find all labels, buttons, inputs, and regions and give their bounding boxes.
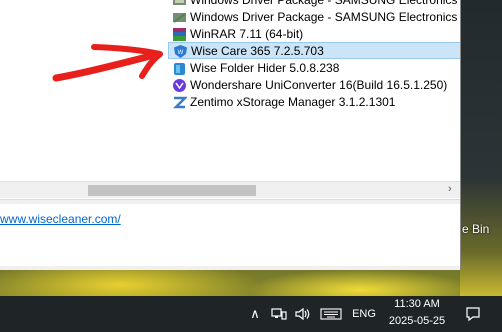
show-hidden-icons-icon[interactable]: ∧ xyxy=(246,296,264,332)
uniconverter-icon xyxy=(173,79,186,92)
publisher-link[interactable]: www.wisecleaner.com/ xyxy=(0,212,121,226)
svg-text:W: W xyxy=(178,50,184,56)
recycle-bin-label[interactable]: e Bin xyxy=(462,222,489,236)
list-item[interactable]: Wise Folder Hider 5.0.8.238 xyxy=(168,60,460,77)
program-name: Zentimo xStorage Manager 3.1.2.1301 xyxy=(190,95,396,109)
list-item[interactable]: Wondershare UniConverter 16(Build 16.5.1… xyxy=(168,77,460,94)
list-item[interactable]: Windows Driver Package - SAMSUNG Electro… xyxy=(168,0,460,9)
driver-package-icon xyxy=(173,13,186,23)
volume-icon[interactable] xyxy=(292,296,314,332)
clock[interactable]: 11:30 AM 2025-05-25 xyxy=(384,296,450,332)
program-name: WinRAR 7.11 (64-bit) xyxy=(190,27,304,41)
red-arrow-annotation xyxy=(52,44,163,82)
scrollbar-thumb[interactable] xyxy=(88,185,256,196)
horizontal-scrollbar[interactable]: › xyxy=(0,181,460,198)
driver-package-icon xyxy=(173,0,186,5)
details-pane: www.wisecleaner.com/ xyxy=(0,199,460,270)
language-indicator[interactable]: ENG xyxy=(346,296,382,332)
list-item[interactable]: Windows Driver Package - SAMSUNG Electro… xyxy=(168,9,460,26)
desktop-area xyxy=(460,0,502,296)
clock-time: 11:30 AM xyxy=(394,298,440,310)
program-name: Wise Folder Hider 5.0.8.238 xyxy=(190,61,340,75)
program-name: Wondershare UniConverter 16(Build 16.5.1… xyxy=(190,78,448,92)
winrar-icon xyxy=(173,28,186,41)
program-list: Windows Driver Package - SAMSUNG Electro… xyxy=(0,0,460,181)
wise-care-icon: W xyxy=(174,45,187,58)
program-name: Windows Driver Package - SAMSUNG Electro… xyxy=(190,0,460,7)
program-name: Windows Driver Package - SAMSUNG Electro… xyxy=(190,10,460,24)
notifications-icon[interactable] xyxy=(458,296,488,332)
list-item-selected[interactable]: W Wise Care 365 7.2.5.703 xyxy=(168,42,460,59)
taskbar: ∧ ENG 11:30 AM 2025-05-25 xyxy=(0,296,502,332)
keyboard-icon[interactable] xyxy=(318,296,344,332)
list-item[interactable]: Zentimo xStorage Manager 3.1.2.1301 xyxy=(168,94,460,111)
zentimo-icon xyxy=(172,96,187,109)
wise-folder-hider-icon xyxy=(174,63,185,75)
program-name: Wise Care 365 7.2.5.703 xyxy=(191,44,324,58)
network-icon[interactable] xyxy=(268,296,290,332)
scroll-right-icon[interactable]: › xyxy=(448,183,452,195)
list-item[interactable]: WinRAR 7.11 (64-bit) xyxy=(168,26,460,43)
details-panel: www.wisecleaner.com/ xyxy=(0,204,460,266)
clock-date: 2025-05-25 xyxy=(388,315,446,327)
